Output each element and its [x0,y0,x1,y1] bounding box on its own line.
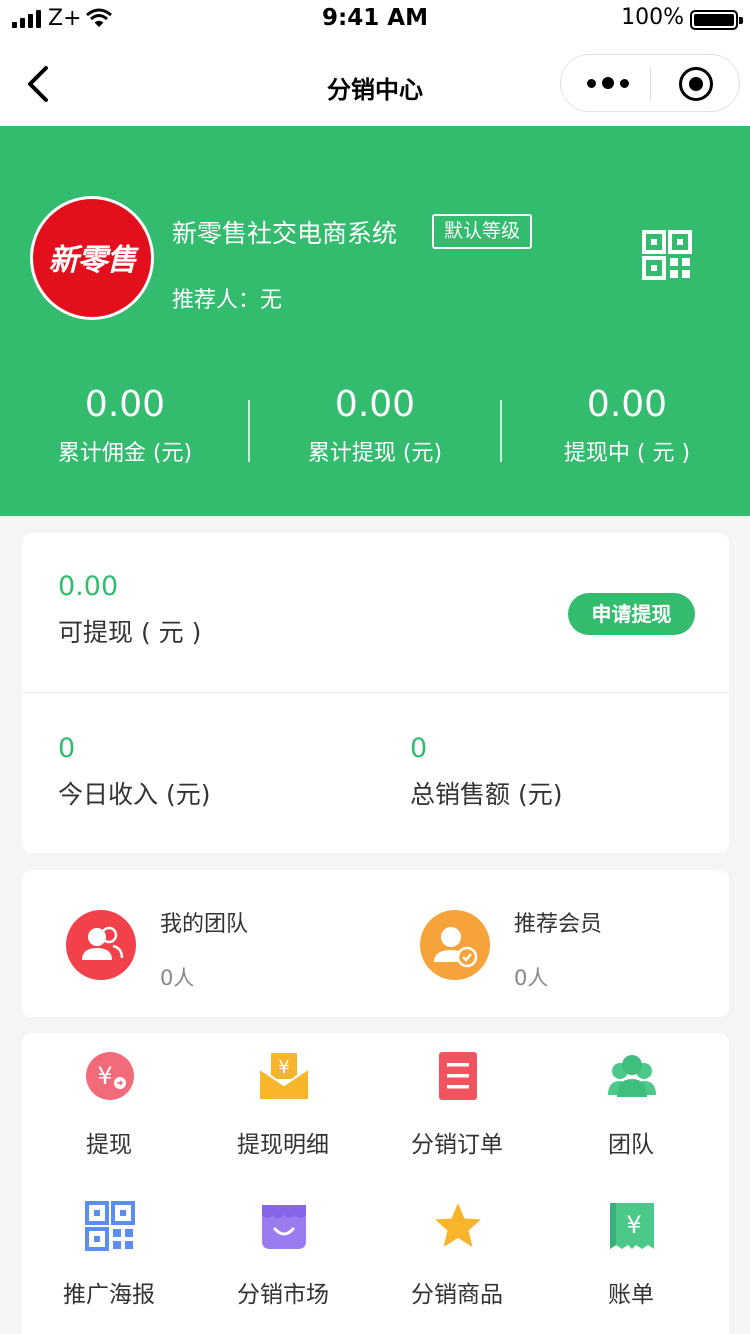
withdrawable-value: 0.00 [58,571,119,602]
today-income-label: 今日收入 (元) [58,780,211,809]
menu-label: 分销商品 [411,1282,503,1308]
yuan-coin-icon: ¥ [86,1052,134,1100]
status-bar: Z+ 9:41 AM 100% [0,0,750,40]
menu-label: 提现明细 [237,1132,329,1158]
menu-withdraw[interactable]: ¥ 提现 [22,1033,196,1173]
order-list-icon [439,1052,477,1100]
referrer-text: 推荐人：无 [172,288,283,313]
capsule-divider [650,67,651,101]
shop-name: 新零售社交电商系统 [172,219,398,248]
menu-label: 分销订单 [411,1132,503,1158]
total-sales-value: 0 [410,733,428,764]
team-users-icon [66,910,136,980]
nav-bar: 分销中心 [0,40,750,126]
profile-header: 新零售 新零售社交电商系统 默认等级 推荐人：无 0.00 累计佣金 (元) 0… [0,126,750,516]
menu-team[interactable]: 团队 [544,1033,718,1173]
menu-withdraw-detail[interactable]: ¥ 提现明细 [196,1033,370,1173]
svg-text:¥: ¥ [626,1211,641,1239]
qr-poster-icon [85,1201,135,1251]
menu-label: 提现 [86,1132,132,1158]
function-grid: ¥ 提现 ¥ 提现明细 分销订单 团队 推广海报 分销市场 分销商品 ¥ 账单 [22,1033,729,1334]
avatar-logo: 新零售 [48,243,137,278]
stats-row: 0.00 累计佣金 (元) 0.00 累计提现 (元) 0.00 提现中 ( 元… [0,384,750,474]
stat-value: 0.00 [84,384,166,425]
menu-distribution-products[interactable]: 分销商品 [370,1183,544,1323]
menu-label: 分销市场 [237,1282,329,1308]
menu-bill[interactable]: ¥ 账单 [544,1183,718,1323]
close-miniapp-icon[interactable] [679,67,713,101]
withdraw-card: 0.00 可提现 ( 元 ) 申请提现 0 今日收入 (元) 0 总销售额 (元… [22,533,729,853]
menu-promo-poster[interactable]: 推广海报 [22,1183,196,1323]
star-icon [435,1203,481,1247]
menu-distribution-market[interactable]: 分销市场 [196,1183,370,1323]
menu-label: 推广海报 [63,1282,155,1308]
my-team-count: 0人 [160,966,195,990]
stat-value: 0.00 [586,384,668,425]
divider [22,692,729,693]
stat-total-withdrawn: 0.00 累计提现 (元) [250,384,500,467]
svg-text:¥: ¥ [97,1062,112,1090]
more-icon[interactable] [587,73,629,93]
battery-icon [690,10,743,30]
stat-label: 提现中 ( 元 ) [563,441,691,466]
withdrawable-label: 可提现 ( 元 ) [58,618,202,647]
member-check-icon [420,910,490,980]
stat-label: 累计佣金 (元) [57,441,193,466]
referred-members-count: 0人 [514,966,549,990]
apply-withdraw-button[interactable]: 申请提现 [568,593,695,635]
stat-withdrawing: 0.00 提现中 ( 元 ) [502,384,750,467]
qr-code-icon[interactable] [642,230,692,280]
level-badge: 默认等级 [432,214,533,249]
menu-label: 账单 [608,1282,654,1308]
menu-distribution-orders[interactable]: 分销订单 [370,1033,544,1173]
my-team-title: 我的团队 [160,912,249,937]
svg-text:¥: ¥ [278,1057,289,1078]
battery-percent: 100% [621,5,684,30]
stat-label: 累计提现 (元) [307,441,443,466]
stat-total-commission: 0.00 累计佣金 (元) [0,384,250,467]
envelope-yuan-icon: ¥ [259,1053,309,1099]
menu-label: 团队 [608,1132,654,1158]
miniapp-capsule [560,54,740,112]
team-card: 我的团队 0人 推荐会员 0人 [22,870,729,1017]
total-sales-label: 总销售额 (元) [410,780,563,809]
avatar[interactable]: 新零售 [30,196,154,320]
market-store-icon [262,1205,306,1249]
team-people-icon [608,1055,656,1097]
stat-value: 0.00 [334,384,416,425]
today-income-value: 0 [58,733,76,764]
referred-members-title: 推荐会员 [514,912,603,937]
bill-yuan-icon: ¥ [610,1203,654,1249]
